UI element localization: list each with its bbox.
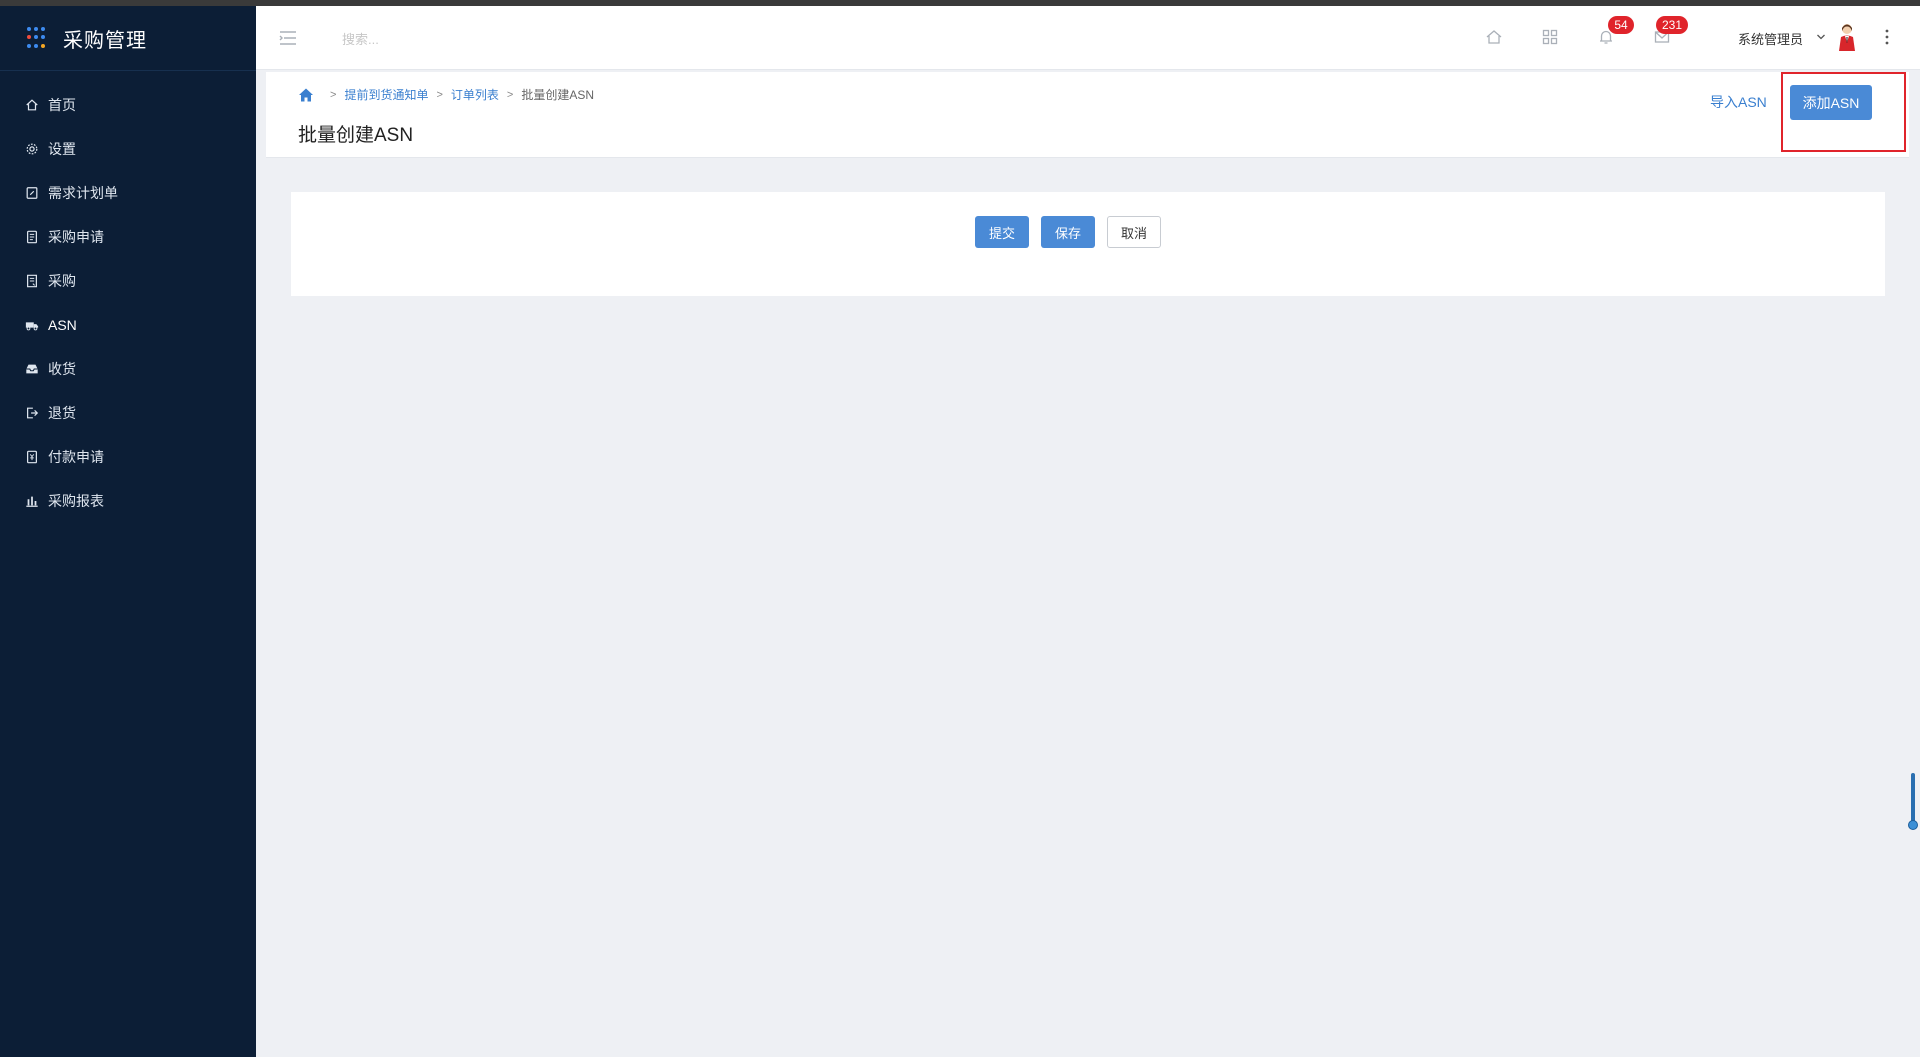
receipt-icon (24, 273, 40, 289)
app-title: 采购管理 (63, 29, 147, 52)
edit-doc-icon (24, 185, 40, 201)
import-asn-link[interactable]: 导入ASN (1710, 92, 1767, 112)
sidebar-item-purchase-report[interactable]: 采购报表 (0, 479, 256, 523)
breadcrumb-link-asn-notices[interactable]: 提前到货通知单 (344, 86, 428, 103)
sidebar-item-receiving[interactable]: 收货 (0, 347, 256, 391)
breadcrumb-link-order-list[interactable]: 订单列表 (451, 86, 499, 103)
sidebar-item-label: 首页 (48, 97, 76, 113)
breadcrumb-separator: > (506, 88, 514, 101)
submit-button[interactable]: 提交 (975, 216, 1029, 248)
sidebar-item-purchase[interactable]: 采购 (0, 259, 256, 303)
sidebar-item-label: 设置 (48, 141, 76, 157)
brand-dot (41, 43, 45, 48)
form-actions-card: 提交 保存 取消 (291, 192, 1885, 296)
sidebar-menu: 首页 设置 需求计划单 采购申请 采购 ASN 收货 退货 付款申请 采购报表 (0, 83, 256, 523)
sidebar-item-label: 付款申请 (48, 449, 104, 465)
user-name[interactable]: 系统管理员 (1738, 29, 1803, 48)
sidebar: 采购管理 首页 设置 需求计划单 采购申请 采购 ASN 收货 退货 付款申请 … (0, 6, 256, 1057)
notifications-badge: 54 (1608, 16, 1634, 34)
sidebar-item-label: 需求计划单 (48, 185, 118, 201)
avatar[interactable] (1836, 22, 1858, 52)
messages-badge: 231 (1656, 16, 1689, 34)
highlight-annotation-box (1781, 72, 1906, 152)
sidebar-item-home[interactable]: 首页 (0, 83, 256, 127)
sidebar-item-label: 采购 (48, 273, 76, 289)
apps-grid-icon[interactable] (1541, 28, 1559, 46)
cancel-button[interactable]: 取消 (1107, 216, 1161, 248)
more-vertical-icon[interactable] (1884, 28, 1890, 46)
page-title: 批量创建ASN (298, 125, 414, 146)
sidebar-item-settings[interactable]: 设置 (0, 127, 256, 171)
brand-dot (34, 43, 38, 48)
page-header: > 提前到货通知单 > 订单列表 > 批量创建ASN 批量创建ASN 导入ASN… (266, 72, 1909, 158)
breadcrumb-home-icon[interactable] (298, 87, 314, 103)
brand-dot (41, 27, 45, 31)
brand-dot (27, 27, 31, 31)
scrollbar-knob[interactable] (1908, 820, 1918, 830)
breadcrumb-separator: > (436, 88, 443, 101)
home-icon (24, 97, 40, 113)
payment-doc-icon (24, 449, 40, 465)
sidebar-item-label: 收货 (48, 361, 76, 377)
chevron-down-icon[interactable] (1816, 32, 1826, 42)
sidebar-item-returns[interactable]: 退货 (0, 391, 256, 435)
brand-dot (27, 43, 31, 48)
topbar: 54 231 系统管理员 (256, 6, 1920, 70)
sidebar-item-asn[interactable]: ASN (0, 303, 256, 347)
truck-icon (24, 317, 40, 333)
search-input[interactable] (342, 26, 542, 52)
bar-chart-icon (24, 493, 40, 509)
sign-out-icon (24, 405, 40, 421)
app-grid-icon[interactable] (27, 27, 49, 49)
gear-icon (24, 141, 40, 157)
breadcrumb-separator: > (330, 88, 337, 101)
sidebar-item-purchase-request[interactable]: 采购申请 (0, 215, 256, 259)
breadcrumb-current: 批量创建ASN (521, 88, 595, 102)
save-button[interactable]: 保存 (1041, 216, 1095, 248)
brand-dot (34, 35, 38, 40)
sidebar-item-label: ASN (48, 317, 77, 333)
home-icon[interactable] (1485, 28, 1503, 46)
sidebar-item-payment-request[interactable]: 付款申请 (0, 435, 256, 479)
sidebar-item-label: 采购报表 (48, 493, 104, 509)
brand-dot (27, 35, 31, 40)
inbox-icon (24, 361, 40, 377)
menu-toggle-icon[interactable] (278, 28, 298, 48)
sidebar-item-label: 退货 (48, 405, 76, 421)
sidebar-item-demand-plan[interactable]: 需求计划单 (0, 171, 256, 215)
scrollbar-thumb[interactable] (1911, 773, 1915, 825)
clipboard-icon (24, 229, 40, 245)
brand: 采购管理 (0, 6, 256, 71)
breadcrumb: > 提前到货通知单 > 订单列表 > 批量创建ASN (298, 86, 594, 103)
brand-dot (34, 27, 38, 31)
sidebar-item-label: 采购申请 (48, 229, 104, 245)
brand-dot (41, 35, 45, 40)
